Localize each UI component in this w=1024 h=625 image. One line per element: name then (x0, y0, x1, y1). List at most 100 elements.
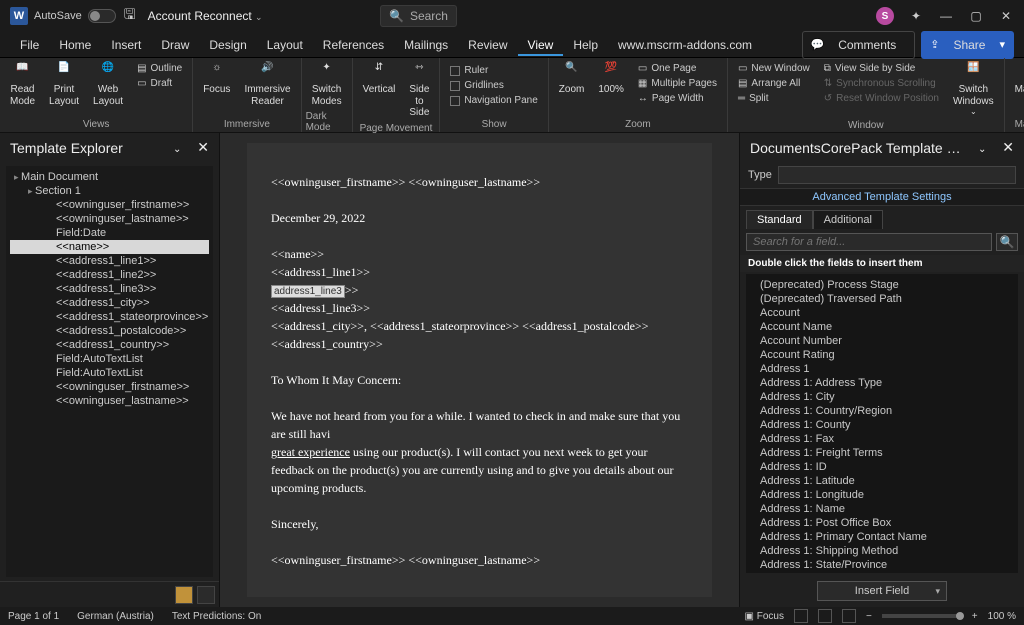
footer-icon-2[interactable] (197, 586, 215, 604)
search-box[interactable]: 🔍 Search (380, 5, 457, 27)
insert-field-dropdown[interactable]: Insert Field (817, 581, 947, 601)
menu-home[interactable]: Home (49, 34, 101, 56)
maximize-button[interactable]: ▢ (968, 9, 984, 23)
status-predictions[interactable]: Text Predictions: On (172, 611, 261, 622)
tree-root[interactable]: Main Document (10, 170, 209, 184)
navpane-checkbox[interactable]: Navigation Pane (448, 94, 539, 107)
field-list-item[interactable]: Address 1: City (750, 390, 1014, 404)
multi-pages-button[interactable]: ▦ Multiple Pages (636, 77, 719, 90)
tree-item[interactable]: <<address1_line2>> (10, 268, 209, 282)
gridlines-checkbox[interactable]: Gridlines (448, 79, 539, 92)
zoom-100-button[interactable]: 💯100% (592, 60, 630, 98)
field-search-input[interactable] (746, 233, 992, 251)
page-width-button[interactable]: ↔ Page Width (636, 92, 719, 105)
tree-item-selected[interactable]: <<name>> (10, 240, 209, 254)
status-page[interactable]: Page 1 of 1 (8, 611, 59, 622)
zoom-in-button[interactable]: + (972, 611, 978, 622)
menu-layout[interactable]: Layout (257, 34, 313, 56)
draft-button[interactable]: ▭ Draft (135, 77, 184, 90)
menu-view[interactable]: View (518, 34, 564, 56)
view-mode-icon-2[interactable] (818, 609, 832, 623)
menu-draw[interactable]: Draw (151, 34, 199, 56)
switch-modes-button[interactable]: ✦Switch Modes (306, 60, 348, 109)
view-mode-icon-1[interactable] (794, 609, 808, 623)
field-list-item[interactable]: Address 1: ID (750, 460, 1014, 474)
minimize-button[interactable]: — (938, 9, 954, 23)
split-button[interactable]: ═ Split (736, 92, 812, 105)
field-list-item[interactable]: Address 1: Name (750, 502, 1014, 516)
field-list-item[interactable]: Address 1: Primary Contact Name (750, 530, 1014, 544)
one-page-button[interactable]: ▭ One Page (636, 62, 719, 75)
view-mode-icon-3[interactable] (842, 609, 856, 623)
field-list-item[interactable]: Address 1: Longitude (750, 488, 1014, 502)
tree-item[interactable]: Field:Date (10, 226, 209, 240)
field-list-item[interactable]: Address 1: Fax (750, 432, 1014, 446)
menu-file[interactable]: File (10, 34, 49, 56)
template-tree[interactable]: Main Document Section 1 <<owninguser_fir… (6, 166, 213, 577)
field-list-item[interactable]: Address 1: Country/Region (750, 404, 1014, 418)
menu-review[interactable]: Review (458, 34, 517, 56)
field-list-item[interactable]: Address 1: Shipping Method (750, 544, 1014, 558)
field-list-item[interactable]: Address 1: Address Type (750, 376, 1014, 390)
field-list-item[interactable]: Account (750, 306, 1014, 320)
panel-collapse-icon[interactable]: ⌄ (173, 144, 181, 155)
tree-item[interactable]: <<address1_country>> (10, 338, 209, 352)
field-list-item[interactable]: Address 1: Post Office Box (750, 516, 1014, 530)
web-layout-button[interactable]: 🌐Web Layout (87, 60, 129, 109)
tree-section[interactable]: Section 1 (10, 184, 209, 198)
menu-help[interactable]: Help (563, 34, 608, 56)
field-list-item[interactable]: (Deprecated) Traversed Path (750, 292, 1014, 306)
outline-button[interactable]: ▤ Outline (135, 62, 184, 75)
zoom-level[interactable]: 100 % (988, 611, 1016, 622)
tree-item[interactable]: Field:AutoTextList (10, 366, 209, 380)
tree-item[interactable]: <<address1_city>> (10, 296, 209, 310)
sparkle-icon[interactable]: ✦ (908, 9, 924, 23)
toggle-off-icon[interactable] (88, 9, 116, 23)
side-by-side-button[interactable]: ⧉ View Side by Side (822, 62, 941, 75)
ruler-checkbox[interactable]: Ruler (448, 64, 539, 77)
status-language[interactable]: German (Austria) (77, 611, 154, 622)
dcp-collapse-icon[interactable]: ⌄ (978, 144, 986, 155)
autosave-toggle[interactable]: AutoSave (34, 9, 116, 23)
tree-item[interactable]: <<owninguser_firstname>> (10, 198, 209, 212)
footer-icon-1[interactable] (175, 586, 193, 604)
status-focus[interactable]: ▣ Focus (744, 611, 783, 622)
arrange-all-button[interactable]: ▤ Arrange All (736, 77, 812, 90)
menu-addons-link[interactable]: www.mscrm-addons.com (608, 34, 762, 56)
user-avatar[interactable]: S (876, 7, 894, 25)
tree-item[interactable]: <<address1_stateorprovince>> (10, 310, 209, 324)
field-list-item[interactable]: Address 1: State/Province (750, 558, 1014, 572)
tree-item[interactable]: <<address1_line1>> (10, 254, 209, 268)
document-page[interactable]: <<owninguser_firstname>> <<owninguser_la… (247, 143, 712, 597)
menu-design[interactable]: Design (199, 34, 256, 56)
field-list-item[interactable]: Address 1 (750, 362, 1014, 376)
switch-windows-button[interactable]: 🪟Switch Windows⌄ (947, 60, 1000, 118)
print-layout-button[interactable]: 📄Print Layout (43, 60, 85, 109)
field-list-item[interactable]: Account Name (750, 320, 1014, 334)
field-search-button[interactable]: 🔍 (996, 233, 1018, 251)
macros-button[interactable]: ▶Macros⌄ (1009, 60, 1024, 107)
focus-button[interactable]: ☼Focus (197, 60, 236, 98)
tab-standard[interactable]: Standard (746, 210, 813, 229)
document-canvas[interactable]: <<owninguser_firstname>> <<owninguser_la… (220, 133, 739, 607)
field-list-item[interactable]: Address 1: Latitude (750, 474, 1014, 488)
comments-button[interactable]: 💬 Comments (802, 31, 916, 59)
field-list[interactable]: (Deprecated) Process Stage(Deprecated) T… (746, 274, 1018, 573)
tree-item[interactable]: <<owninguser_lastname>> (10, 394, 209, 408)
share-button[interactable]: ⇪ Share ▾ (921, 31, 1014, 59)
tree-item[interactable]: Field:AutoTextList (10, 352, 209, 366)
zoom-button[interactable]: 🔍Zoom (553, 60, 591, 98)
tree-item[interactable]: <<address1_postalcode>> (10, 324, 209, 338)
advanced-settings-link[interactable]: Advanced Template Settings (740, 188, 1024, 206)
field-list-item[interactable]: Address 1: Street 1 (750, 572, 1014, 573)
field-list-item[interactable]: Account Number (750, 334, 1014, 348)
tab-additional[interactable]: Additional (813, 210, 883, 229)
field-list-item[interactable]: Address 1: County (750, 418, 1014, 432)
panel-close-icon[interactable]: ✕ (197, 139, 209, 155)
tree-item[interactable]: <<owninguser_lastname>> (10, 212, 209, 226)
field-list-item[interactable]: (Deprecated) Process Stage (750, 278, 1014, 292)
save-icon[interactable]: 🖫 (124, 4, 136, 28)
close-button[interactable]: ✕ (998, 9, 1014, 23)
menu-mailings[interactable]: Mailings (394, 34, 458, 56)
document-name[interactable]: Account Reconnect ⌄ (148, 9, 263, 23)
